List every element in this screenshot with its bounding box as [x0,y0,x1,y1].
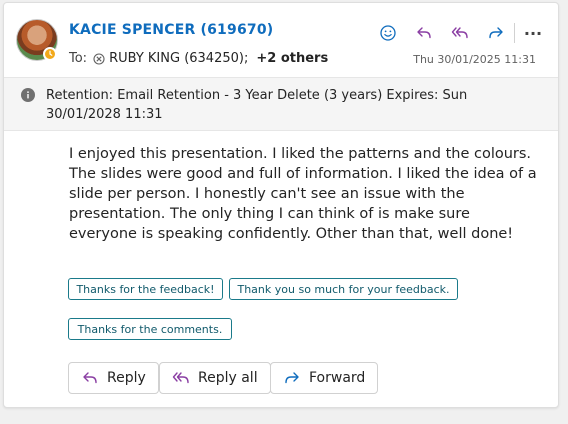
forward-button-top[interactable] [478,21,514,45]
reply-icon [83,372,97,384]
email-reading-pane: KACIE SPENCER (619670) ··· To: RUBY KING… [3,2,559,408]
emoji-icon [380,25,396,41]
info-icon [21,88,35,102]
forward-icon [285,372,299,384]
reply-all-button[interactable]: Reply all [159,362,271,394]
reply-all-icon [172,372,189,384]
message-body: I enjoyed this presentation. I liked the… [69,146,537,242]
reply-label: Reply [107,370,146,386]
to-label: To: [69,51,88,66]
message-actions: ··· [370,21,545,45]
sender-name[interactable]: KACIE SPENCER (619670) [69,22,273,38]
toolbar-divider [514,23,515,43]
more-actions-button[interactable]: ··· [521,21,545,45]
sent-date: Thu 30/01/2025 11:31 [413,53,536,66]
reply-button-top[interactable] [406,21,442,45]
retention-banner: Retention: Email Retention - 3 Year Dele… [4,77,558,131]
reply-all-button-top[interactable] [442,21,478,45]
forward-label: Forward [309,370,366,386]
forward-button[interactable]: Forward [270,362,379,394]
forward-icon [489,27,503,39]
reply-button[interactable]: Reply [68,362,159,394]
presence-away-icon [43,47,57,61]
suggested-reply-1[interactable]: Thanks for the feedback! [68,278,223,300]
other-recipients-link[interactable]: +2 others [256,51,328,66]
blocked-contact-icon [93,52,105,65]
reply-icon [417,27,431,39]
retention-text: Retention: Email Retention - 3 Year Dele… [46,88,468,122]
suggested-reply-2[interactable]: Thank you so much for your feedback. [229,278,458,300]
emoji-react-button[interactable] [370,21,406,45]
reply-all-icon [451,27,468,39]
more-icon: ··· [523,23,543,43]
recipient-name[interactable]: RUBY KING (634250); [109,51,248,66]
reply-all-label: Reply all [198,370,258,386]
suggested-reply-3[interactable]: Thanks for the comments. [68,318,232,340]
recipients-line: To: RUBY KING (634250); +2 others [69,51,328,66]
